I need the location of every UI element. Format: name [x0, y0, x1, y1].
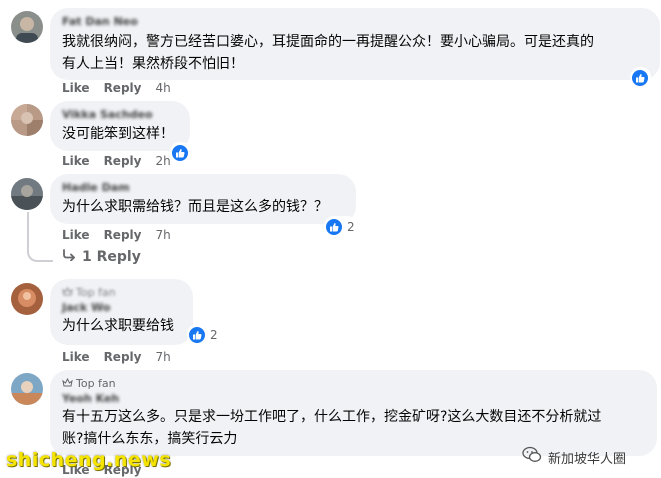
- comment-bubble: Top fan Jack Wo 为什么求职要给钱: [50, 279, 193, 345]
- comment-text: 有十五万这么多。只是求一坋工作吧了，什么工作，挖金矿呀?这么大数目还不分析就过 …: [62, 409, 602, 447]
- reaction-summary[interactable]: [630, 67, 651, 89]
- comment-timestamp[interactable]: 7h: [155, 228, 170, 242]
- comment-bubble: Hadle Dam 为什么求职需给钱？而且是这么多的钱？？: [50, 174, 356, 224]
- badge-label: Top fan: [76, 286, 116, 299]
- comment-timestamp[interactable]: 7h: [155, 350, 170, 364]
- top-fan-badge-icon: [62, 285, 73, 300]
- like-button[interactable]: Like: [62, 350, 90, 364]
- like-thumb-icon: [188, 326, 206, 344]
- replies-count-label[interactable]: 1 Reply: [82, 249, 141, 265]
- comment-author[interactable]: Vikka Sachdeo: [62, 107, 178, 122]
- thread-connector: [27, 212, 53, 262]
- comment-text: 我就很纳闷，警方已经苦口婆心，耳提面命的一再提醒公众！要小心骗局。可是还真的 有…: [62, 34, 594, 72]
- comment-actions: Like Reply 7h: [62, 227, 171, 243]
- reply-button[interactable]: Reply: [104, 154, 142, 168]
- top-fan-badge[interactable]: Top fan: [62, 285, 181, 300]
- like-button[interactable]: Like: [62, 81, 90, 95]
- reaction-summary[interactable]: [170, 142, 191, 164]
- badge-label: Top fan: [76, 377, 116, 390]
- reaction-summary[interactable]: 2: [187, 324, 220, 346]
- comment-text: 为什么求职需给钱？而且是这么多的钱？？: [62, 199, 328, 215]
- account-name: 新加坡华人圈: [548, 451, 627, 467]
- reaction-count: 2: [210, 328, 218, 342]
- comment-text: 为什么求职要给钱: [62, 318, 174, 334]
- avatar[interactable]: [11, 104, 43, 136]
- comment-actions: Like Reply 4h: [62, 80, 171, 96]
- like-thumb-icon: [325, 218, 343, 236]
- like-button[interactable]: Like: [62, 154, 90, 168]
- comment-author[interactable]: Hadle Dam: [62, 180, 344, 195]
- comment-actions: Like Reply 2h: [62, 153, 171, 169]
- comment-author[interactable]: Jack Wo: [62, 300, 181, 315]
- reaction-summary[interactable]: 2: [324, 216, 357, 238]
- like-thumb-icon: [631, 69, 649, 87]
- top-fan-badge-icon: [62, 376, 73, 391]
- comment-bubble: Vikka Sachdeo 没可能笨到这样！: [50, 101, 190, 151]
- avatar[interactable]: [11, 283, 43, 315]
- comment-timestamp[interactable]: 4h: [155, 81, 170, 95]
- top-fan-badge[interactable]: Top fan: [62, 376, 645, 391]
- reply-button[interactable]: Reply: [104, 228, 142, 242]
- site-watermark: shicheng.news: [6, 449, 172, 471]
- comment-bubble: Top fan Yeoh Keh 有十五万这么多。只是求一坋工作吧了，什么工作，…: [50, 370, 657, 456]
- comment-bubble: Fat Dan Neo 我就很纳闷，警方已经苦口婆心，耳提面命的一再提醒公众！要…: [50, 8, 660, 80]
- comment-author[interactable]: Yeoh Keh: [62, 391, 645, 406]
- comment-text: 没可能笨到这样！: [62, 126, 174, 142]
- view-replies-link[interactable]: 1 Reply: [62, 249, 141, 265]
- like-button[interactable]: Like: [62, 228, 90, 242]
- comment-author[interactable]: Fat Dan Neo: [62, 14, 648, 29]
- avatar[interactable]: [11, 11, 43, 43]
- reply-button[interactable]: Reply: [104, 350, 142, 364]
- comment-actions: Like Reply 7h: [62, 349, 171, 365]
- comment-timestamp[interactable]: 2h: [155, 154, 170, 168]
- account-watermark: 新加坡华人圈: [522, 446, 626, 468]
- reaction-count: 2: [347, 220, 355, 234]
- like-thumb-icon: [171, 144, 189, 162]
- reply-arrow-icon: [62, 249, 76, 265]
- wechat-icon: [522, 446, 542, 468]
- avatar[interactable]: [11, 178, 43, 210]
- avatar[interactable]: [11, 373, 43, 405]
- reply-button[interactable]: Reply: [104, 81, 142, 95]
